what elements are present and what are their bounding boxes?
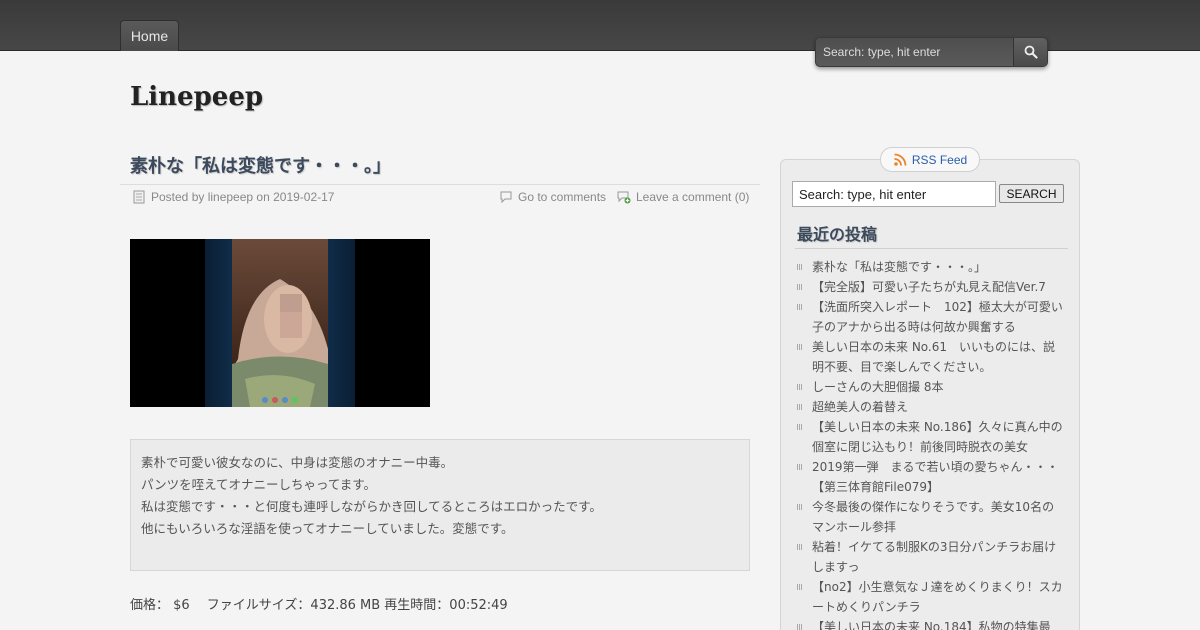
site-title[interactable]: Linepeep — [130, 82, 263, 112]
recent-post-item[interactable]: 【美しい日本の未来 No.186】久々に真ん中の個室に閉じ込もり！前後同時脱衣の… — [795, 417, 1065, 457]
rss-icon — [894, 153, 907, 166]
post-meta-bar: Posted by linepeep on 2019-02-17 Go to c… — [120, 184, 760, 209]
excerpt-line: 他にもいろいろな淫語を使ってオナニーしていました。変態です。 — [141, 521, 514, 536]
search-icon — [1024, 45, 1038, 59]
recent-posts-heading: 最近の投稿 — [797, 225, 878, 244]
recent-post-item[interactable]: 素朴な「私は変態です・・・。」 — [795, 257, 1065, 277]
add-comment-icon — [617, 191, 631, 204]
divider — [795, 248, 1068, 249]
recent-post-item[interactable]: 【no2】小生意気なＪ達をめくりまくり！スカートめくりパンチラ — [795, 577, 1065, 617]
post-meta-comments[interactable]: Go to comments — [499, 190, 606, 204]
recent-post-item[interactable]: 【洗面所突入レポート 102】極太大が可愛い子のアナから出る時は何故か興奮する — [795, 297, 1065, 337]
post-thumbnail-image[interactable] — [130, 239, 430, 407]
recent-post-item[interactable]: 超絶美人の着替え — [795, 397, 1065, 417]
price-info: 価格： $6 ファイルサイズ：432.86 MB 再生時間：00:52:49 — [130, 598, 508, 613]
excerpt-line: 素朴で可愛い彼女なのに、中身は変態のオナニー中毒。 — [141, 455, 454, 470]
recent-post-item[interactable]: 粘着！イケてる制服Kの3日分パンチラお届けしますっ — [795, 537, 1065, 577]
top-search-input[interactable] — [816, 38, 1014, 66]
recent-posts-list: 素朴な「私は変態です・・・。」 【完全版】可愛い子たちが丸見え配信Ver.7 【… — [795, 257, 1065, 630]
excerpt-line: 私は変態です・・・と何度も連呼しながらかき回してるところはエロかったです。 — [141, 499, 602, 514]
top-search-box — [815, 37, 1048, 67]
recent-post-item[interactable]: 2019第一弾 まるで若い頃の愛ちゃん・・・【第三体育館File079】 — [795, 457, 1065, 497]
post-excerpt: 素朴で可愛い彼女なのに、中身は変態のオナニー中毒。 パンツを咥えてオナニーしちゃ… — [130, 439, 750, 571]
thumbnail-graphic — [130, 239, 430, 407]
recent-post-item[interactable]: 【完全版】可愛い子たちが丸見え配信Ver.7 — [795, 277, 1065, 297]
posted-by-text: Posted by linepeep on 2019-02-17 — [151, 190, 335, 204]
excerpt-line: パンツを咥えてオナニーしちゃってます。 — [141, 477, 377, 492]
recent-post-item[interactable]: しーさんの大胆個撮 8本 — [795, 377, 1065, 397]
sidebar-search-button[interactable]: SEARCH — [999, 184, 1064, 203]
post-meta-leave[interactable]: Leave a comment (0) — [617, 190, 749, 204]
sidebar-search-input[interactable] — [792, 181, 996, 207]
go-to-comments-link[interactable]: Go to comments — [518, 190, 606, 204]
recent-post-item[interactable]: 美しい日本の未来 No.61 いいものには、説明不要、目で楽しんでください。 — [795, 337, 1065, 377]
leave-comment-link[interactable]: Leave a comment (0) — [636, 190, 749, 204]
speech-bubble-icon — [500, 191, 512, 204]
post-title[interactable]: 素朴な「私は変態です・・・。」 — [130, 152, 391, 178]
recent-post-item[interactable]: 今冬最後の傑作になりそうです。美女10名のマンホール参拝 — [795, 497, 1065, 537]
nav-home-tab[interactable]: Home — [120, 20, 179, 51]
post-meta-posted: Posted by linepeep on 2019-02-17 — [132, 190, 334, 204]
rss-label: RSS Feed — [911, 152, 968, 167]
recent-post-item[interactable]: 【美しい日本の未来 No.184】私物の特集最 — [795, 617, 1065, 630]
top-search-button[interactable] — [1014, 38, 1047, 66]
top-navigation-bar: Home — [0, 0, 1200, 67]
rss-feed-link[interactable]: RSS Feed — [880, 147, 980, 172]
document-icon — [133, 190, 145, 204]
